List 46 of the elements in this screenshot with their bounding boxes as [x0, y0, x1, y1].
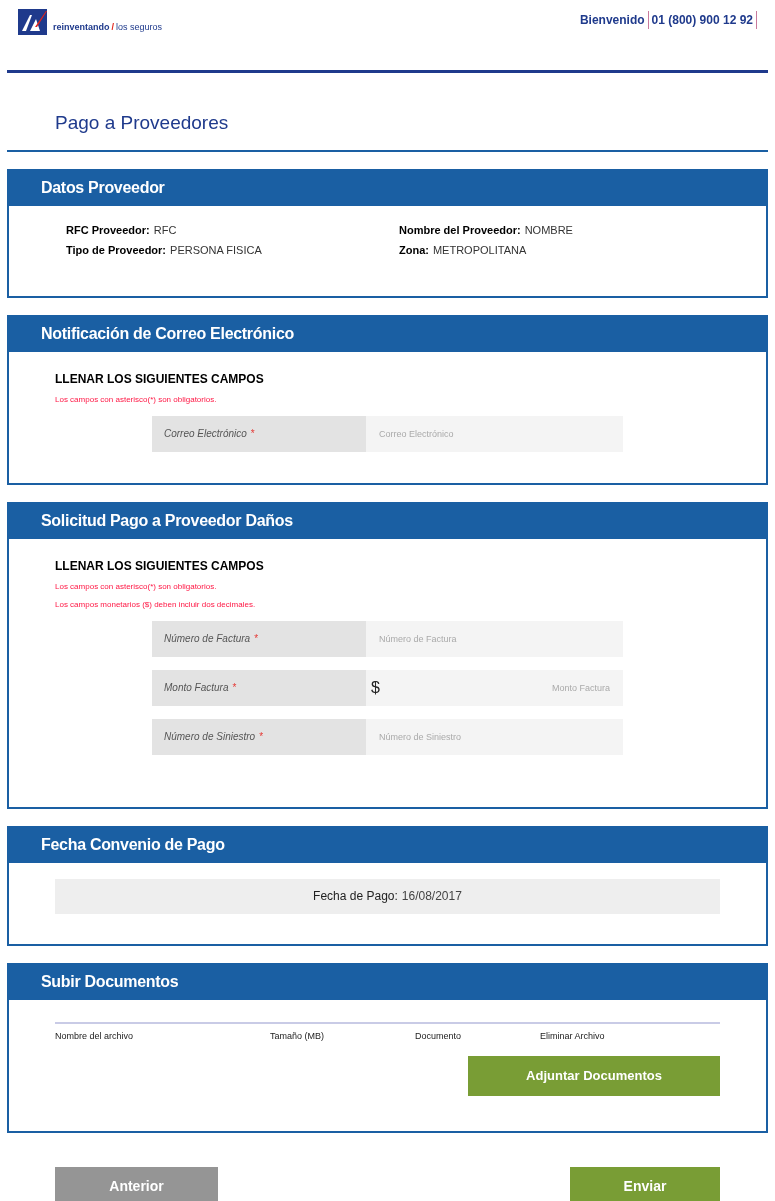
required-note: Los campos con asterisco(*) son obligatorios. [55, 393, 218, 406]
field-value: NOMBRE [524, 222, 573, 238]
required-note: Los campos monetarios ($) deben incluir dos decimales. [55, 598, 257, 611]
required-asterisk: * [254, 632, 259, 646]
field-value: METROPOLITANA [432, 243, 527, 258]
back-button[interactable]: Anterior [55, 1166, 218, 1201]
section-title: Fecha Convenio de Pago [41, 835, 225, 855]
currency-symbol: $ [371, 677, 380, 698]
instruction-heading: LLENAR LOS SIGUIENTES CAMPOS [55, 370, 265, 388]
tagline-text: los seguros [116, 20, 163, 34]
required-asterisk: * [259, 730, 264, 744]
section-title: Subir Documentos [41, 972, 179, 992]
required-asterisk: * [250, 427, 255, 441]
phone-number: 01 (800) 900 12 92 [648, 11, 757, 29]
date-label: Fecha de Pago: [313, 888, 398, 905]
field-label: Zona: [399, 243, 429, 258]
field-value: RFC [153, 222, 177, 238]
field-label: Monto Factura [164, 681, 229, 695]
instruction-heading: LLENAR LOS SIGUIENTES CAMPOS [55, 557, 265, 575]
section-title: Solicitud Pago a Proveedor Daños [41, 511, 293, 531]
field-label: Nombre del Proveedor: [399, 222, 521, 238]
tagline-bold: reinventando [53, 20, 110, 34]
required-note: Los campos con asterisco(*) son obligatorios. [55, 580, 218, 593]
section-title: Datos Proveedor [41, 178, 165, 198]
logo-icon [18, 9, 47, 35]
field-label: Tipo de Proveedor: [66, 243, 167, 258]
column-header: Eliminar Archivo [540, 1029, 606, 1043]
input-field[interactable]: Número de Siniestro [366, 718, 623, 755]
field-label: RFC Proveedor: [66, 222, 150, 238]
submit-button[interactable]: Enviar [570, 1166, 720, 1201]
input-field[interactable]: Correo Electrónico [366, 415, 623, 452]
input-field[interactable]: Número de Factura [366, 620, 623, 657]
field-label: Número de Siniestro [164, 730, 256, 744]
required-asterisk: * [232, 681, 237, 695]
column-header: Nombre del archivo [55, 1029, 135, 1043]
field-value: PERSONA FISICA [170, 243, 262, 258]
date-value: 16/08/2017 [401, 888, 462, 905]
field-label: Correo Electrónico [164, 427, 247, 441]
attach-documents-button[interactable]: Adjuntar Documentos [468, 1056, 720, 1096]
tagline-slash: / [111, 20, 115, 34]
field-label: Número de Factura [164, 632, 251, 646]
column-header: Documento [415, 1029, 463, 1043]
section-title: Notificación de Correo Electrónico [41, 324, 294, 344]
column-header: Tamaño (MB) [270, 1029, 325, 1043]
welcome-text: Bienvenido [579, 11, 649, 29]
page-title: Pago a Proveedores [55, 112, 229, 133]
